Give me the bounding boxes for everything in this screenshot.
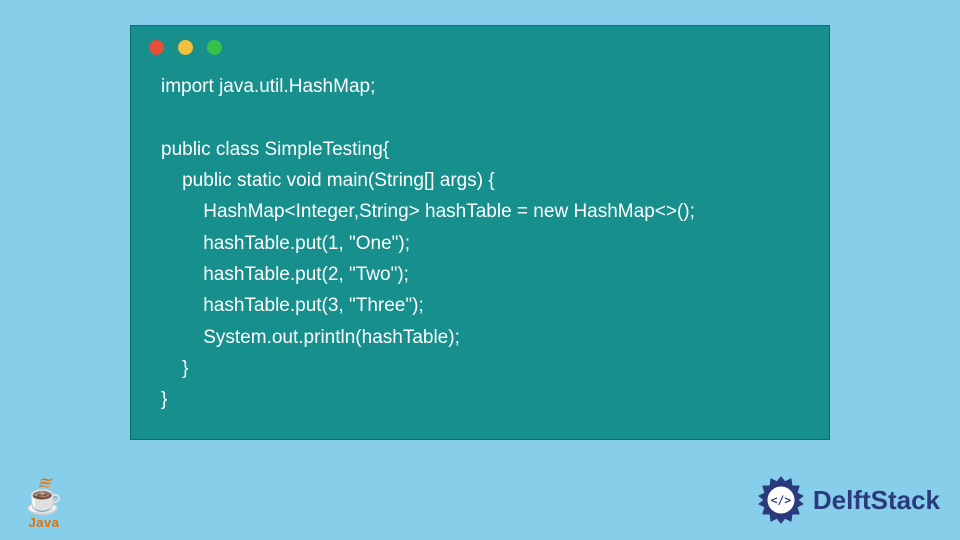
code-line: hashTable.put(3, "Three");	[161, 295, 424, 316]
code-window: import java.util.HashMap; public class S…	[130, 25, 830, 440]
delftstack-logo: </> DelftStack	[755, 474, 940, 526]
delftstack-gear-icon: </>	[755, 474, 807, 526]
code-line: public static void main(String[] args) {	[161, 170, 495, 191]
java-logo-text: Java	[20, 515, 68, 530]
code-line: }	[161, 358, 188, 379]
code-line: System.out.println(hashTable);	[161, 327, 460, 348]
code-line: hashTable.put(1, "One");	[161, 233, 410, 254]
svg-text:</>: </>	[771, 493, 792, 507]
delftstack-logo-text: DelftStack	[813, 485, 940, 516]
code-line: import java.util.HashMap;	[161, 76, 375, 97]
java-logo: ≋ ☕ Java	[20, 478, 68, 530]
minimize-icon	[178, 40, 193, 55]
java-cup-icon: ☕	[25, 483, 62, 516]
code-line: hashTable.put(2, "Two");	[161, 264, 409, 285]
code-content: import java.util.HashMap; public class S…	[131, 61, 829, 436]
code-line: }	[161, 389, 167, 410]
window-controls	[131, 26, 829, 61]
code-line: public class SimpleTesting{	[161, 139, 389, 160]
code-line: HashMap<Integer,String> hashTable = new …	[161, 201, 695, 222]
close-icon	[149, 40, 164, 55]
maximize-icon	[207, 40, 222, 55]
